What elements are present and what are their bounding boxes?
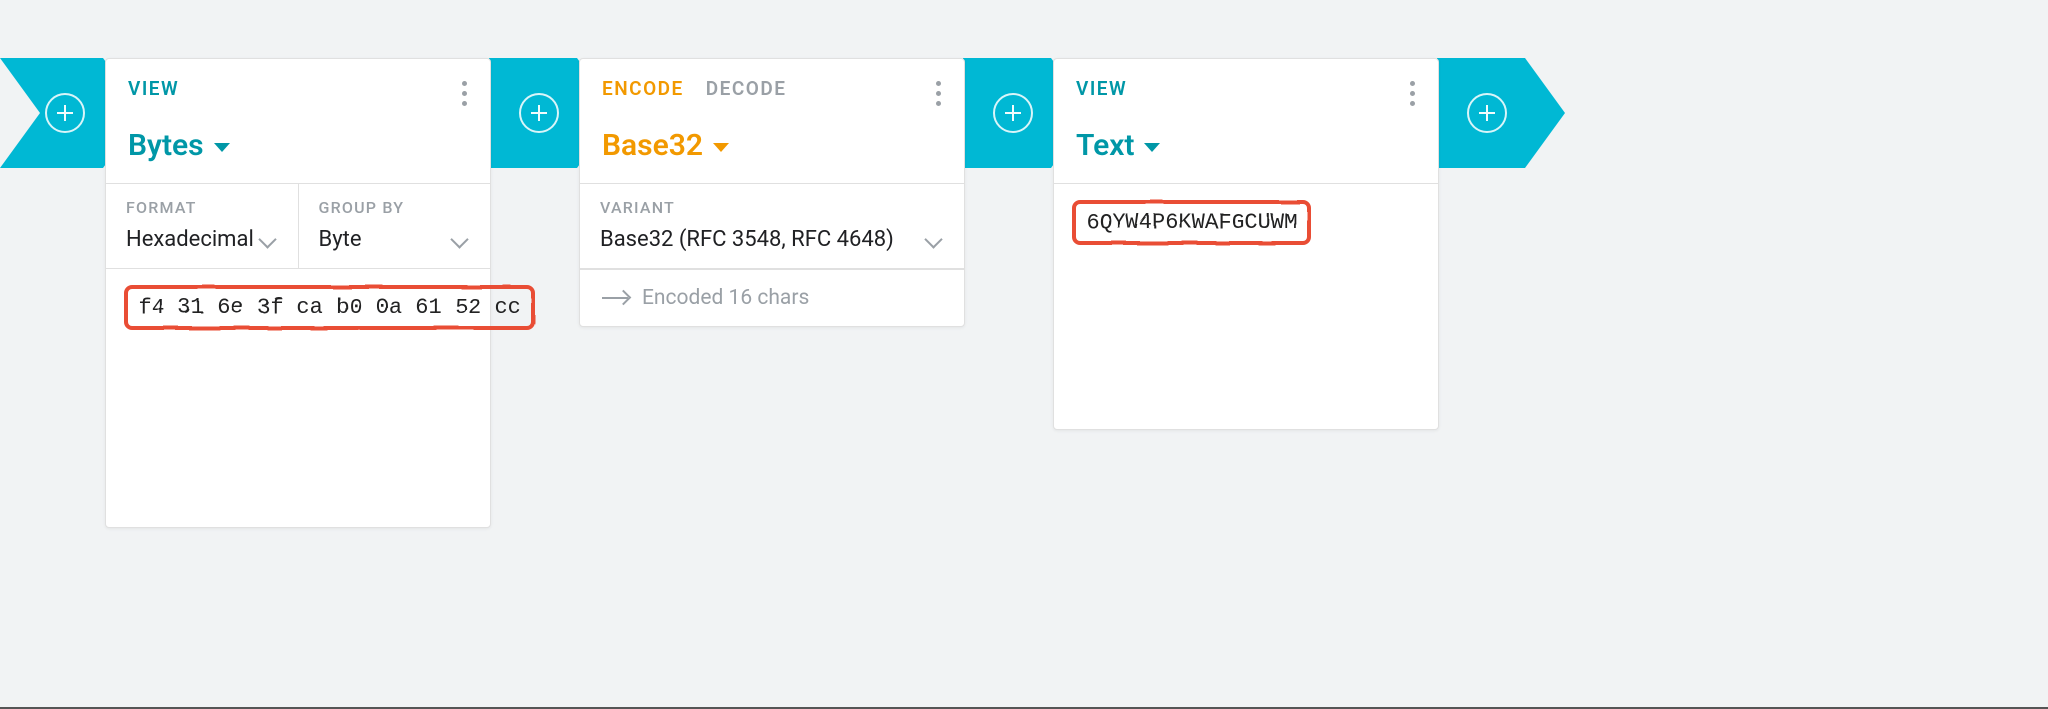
card-header: ENCODE DECODE Base32	[580, 59, 964, 184]
variant-value: Base32 (RFC 3548, RFC 4648)	[600, 227, 894, 252]
add-brick-button[interactable]	[45, 93, 85, 133]
groupby-label: GROUP BY	[319, 198, 471, 217]
format-value: Hexadecimal	[126, 227, 254, 252]
base32-card: ENCODE DECODE Base32 VARIANT Base32 (RFC…	[579, 58, 965, 327]
variant-label: VARIANT	[600, 198, 944, 217]
card-header: VIEW Bytes	[106, 59, 490, 184]
plus-icon	[1475, 101, 1499, 125]
tab-encode[interactable]: ENCODE	[602, 77, 684, 100]
brick-title-label: Bytes	[128, 128, 204, 163]
card-menu-button[interactable]	[926, 77, 950, 110]
variant-select[interactable]: Base32 (RFC 3548, RFC 4648)	[600, 227, 944, 252]
add-brick-button[interactable]	[519, 93, 559, 133]
card-menu-button[interactable]	[1400, 77, 1424, 110]
brick-title-label: Base32	[602, 128, 703, 163]
plus-icon	[53, 101, 77, 125]
brick-title-label: Text	[1076, 128, 1134, 163]
add-brick-button[interactable]	[993, 93, 1033, 133]
caret-down-icon	[1144, 143, 1160, 152]
card-header: VIEW Text	[1054, 59, 1438, 184]
card-menu-button[interactable]	[452, 77, 476, 110]
brick-type-selector[interactable]: Text	[1076, 128, 1160, 163]
brick-type-selector[interactable]: Base32	[602, 128, 729, 163]
tab-decode[interactable]: DECODE	[706, 77, 787, 100]
content-area[interactable]: 6QYW4P6KWAFGCUWM	[1054, 184, 1438, 261]
chevron-down-icon	[450, 230, 468, 248]
groupby-value: Byte	[319, 227, 362, 252]
text-content: 6QYW4P6KWAFGCUWM	[1072, 200, 1311, 245]
tab-view[interactable]: VIEW	[128, 77, 179, 100]
caret-down-icon	[214, 143, 230, 152]
brick-type-selector[interactable]: Bytes	[128, 128, 230, 163]
status-text: Encoded 16 chars	[642, 286, 809, 310]
plus-icon	[527, 101, 551, 125]
pipeline: VIEW Bytes FORMAT Hexadecimal GROUP BY B…	[0, 0, 2048, 528]
groupby-select[interactable]: Byte	[319, 227, 471, 252]
arrow-right-icon	[602, 297, 628, 300]
content-area[interactable]: f4 31 6e 3f ca b0 0a 61 52 cc	[106, 269, 490, 346]
plus-icon	[1001, 101, 1025, 125]
text-card: VIEW Text 6QYW4P6KWAFGCUWM	[1053, 58, 1439, 430]
chevron-down-icon	[258, 230, 276, 248]
tab-view[interactable]: VIEW	[1076, 77, 1127, 100]
chevron-down-icon	[924, 230, 942, 248]
bytes-card: VIEW Bytes FORMAT Hexadecimal GROUP BY B…	[105, 58, 491, 528]
add-brick-button[interactable]	[1467, 93, 1507, 133]
format-select[interactable]: Hexadecimal	[126, 227, 278, 252]
bytes-content: f4 31 6e 3f ca b0 0a 61 52 cc	[124, 285, 535, 330]
status-row: Encoded 16 chars	[580, 269, 964, 326]
caret-down-icon	[713, 143, 729, 152]
settings-row: FORMAT Hexadecimal GROUP BY Byte	[106, 184, 490, 269]
format-label: FORMAT	[126, 198, 278, 217]
settings-row: VARIANT Base32 (RFC 3548, RFC 4648)	[580, 184, 964, 269]
connector-output	[1437, 58, 1565, 168]
